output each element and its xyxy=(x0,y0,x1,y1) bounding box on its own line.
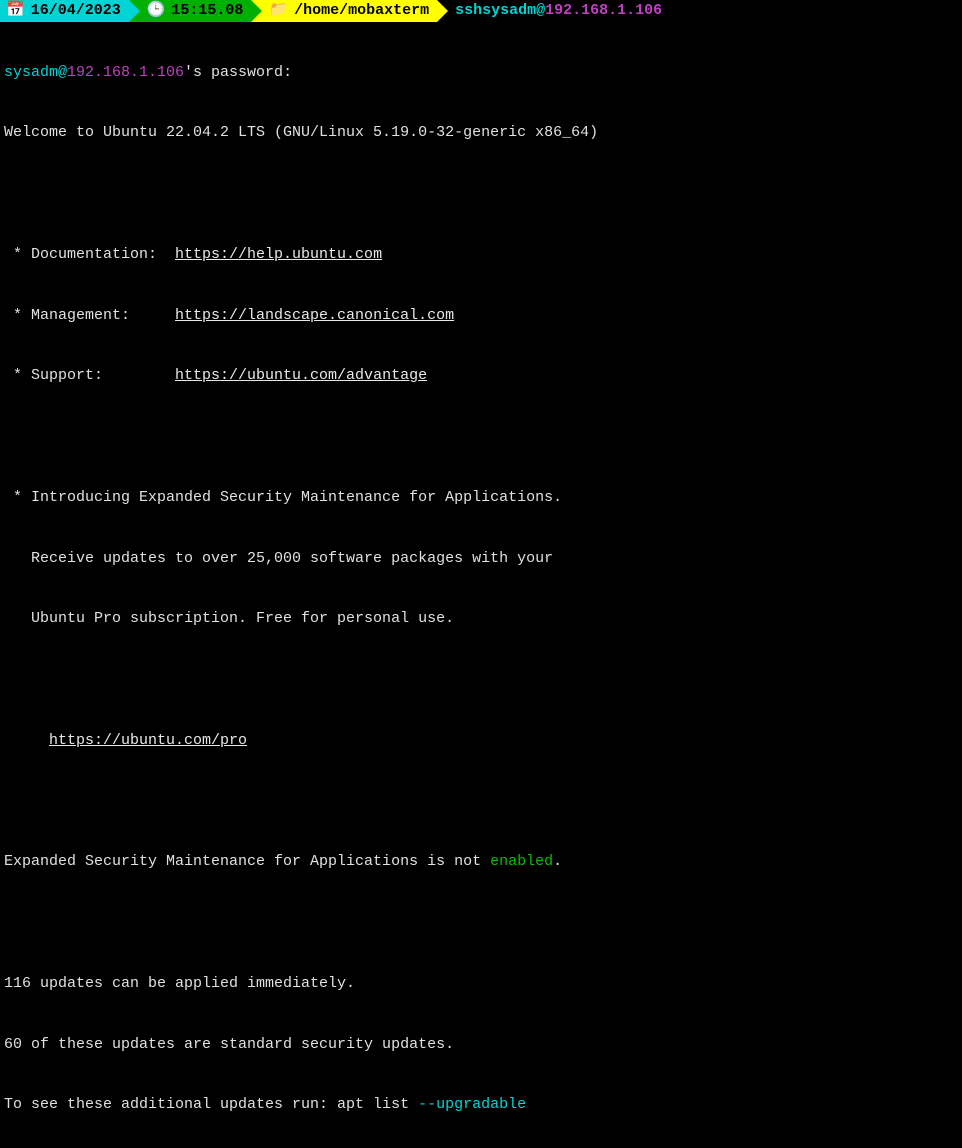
path-text: /home/mobaxterm xyxy=(294,1,429,21)
mgmt-line: * Management: https://landscape.canonica… xyxy=(4,306,958,326)
pw-suffix: 's password: xyxy=(184,64,292,81)
support-line: * Support: https://ubuntu.com/advantage xyxy=(4,366,958,386)
calendar-icon: 📅 xyxy=(6,1,25,21)
esm-status-line: Expanded Security Maintenance for Applic… xyxy=(4,852,958,872)
path-segment: 📁 /home/mobaxterm xyxy=(251,0,437,22)
support-link[interactable]: https://ubuntu.com/advantage xyxy=(175,367,427,384)
updates-1: 116 updates can be applied immediately. xyxy=(4,974,958,994)
doc-line: * Documentation: https://help.ubuntu.com xyxy=(4,245,958,265)
blank-line xyxy=(4,913,958,933)
prompt-header: 📅 16/04/2023 🕒 15:15.08 📁 /home/mobaxter… xyxy=(0,0,962,22)
time-segment: 🕒 15:15.08 xyxy=(129,0,252,22)
doc-link[interactable]: https://help.ubuntu.com xyxy=(175,246,382,263)
enabled-status: enabled xyxy=(490,853,553,870)
terminal-window[interactable]: 📅 16/04/2023 🕒 15:15.08 📁 /home/mobaxter… xyxy=(0,0,962,1148)
upgradable-flag: --upgradable xyxy=(418,1096,526,1113)
pw-host: 192.168.1.106 xyxy=(67,64,184,81)
folder-icon: 📁 xyxy=(269,1,288,21)
ssh-host: 192.168.1.106 xyxy=(545,1,662,21)
updates-2: 60 of these updates are standard securit… xyxy=(4,1035,958,1055)
mgmt-link[interactable]: https://landscape.canonical.com xyxy=(175,307,454,324)
esm-intro-2: Receive updates to over 25,000 software … xyxy=(4,549,958,569)
welcome-line: Welcome to Ubuntu 22.04.2 LTS (GNU/Linux… xyxy=(4,123,958,143)
updates-3: To see these additional updates run: apt… xyxy=(4,1095,958,1115)
esm-intro-3: Ubuntu Pro subscription. Free for person… xyxy=(4,609,958,629)
blank-line xyxy=(4,792,958,812)
esm-intro-1: * Introducing Expanded Security Maintena… xyxy=(4,488,958,508)
command-segment[interactable]: ssh sysadm@ 192.168.1.106 xyxy=(437,0,662,22)
ssh-user: sysadm@ xyxy=(482,1,545,21)
pw-user: sysadm@ xyxy=(4,64,67,81)
pro-link[interactable]: https://ubuntu.com/pro xyxy=(49,732,247,749)
clock-icon: 🕒 xyxy=(147,1,166,21)
ssh-command: ssh xyxy=(455,1,482,21)
time-text: 15:15.08 xyxy=(171,1,243,21)
blank-line xyxy=(4,184,958,204)
date-segment: 📅 16/04/2023 xyxy=(0,0,129,22)
terminal-output[interactable]: sysadm@192.168.1.106's password: Welcome… xyxy=(0,22,962,1148)
blank-line xyxy=(4,670,958,690)
blank-line xyxy=(4,427,958,447)
password-prompt-line: sysadm@192.168.1.106's password: xyxy=(4,63,958,83)
date-text: 16/04/2023 xyxy=(31,1,121,21)
esm-url-line: https://ubuntu.com/pro xyxy=(4,731,958,751)
